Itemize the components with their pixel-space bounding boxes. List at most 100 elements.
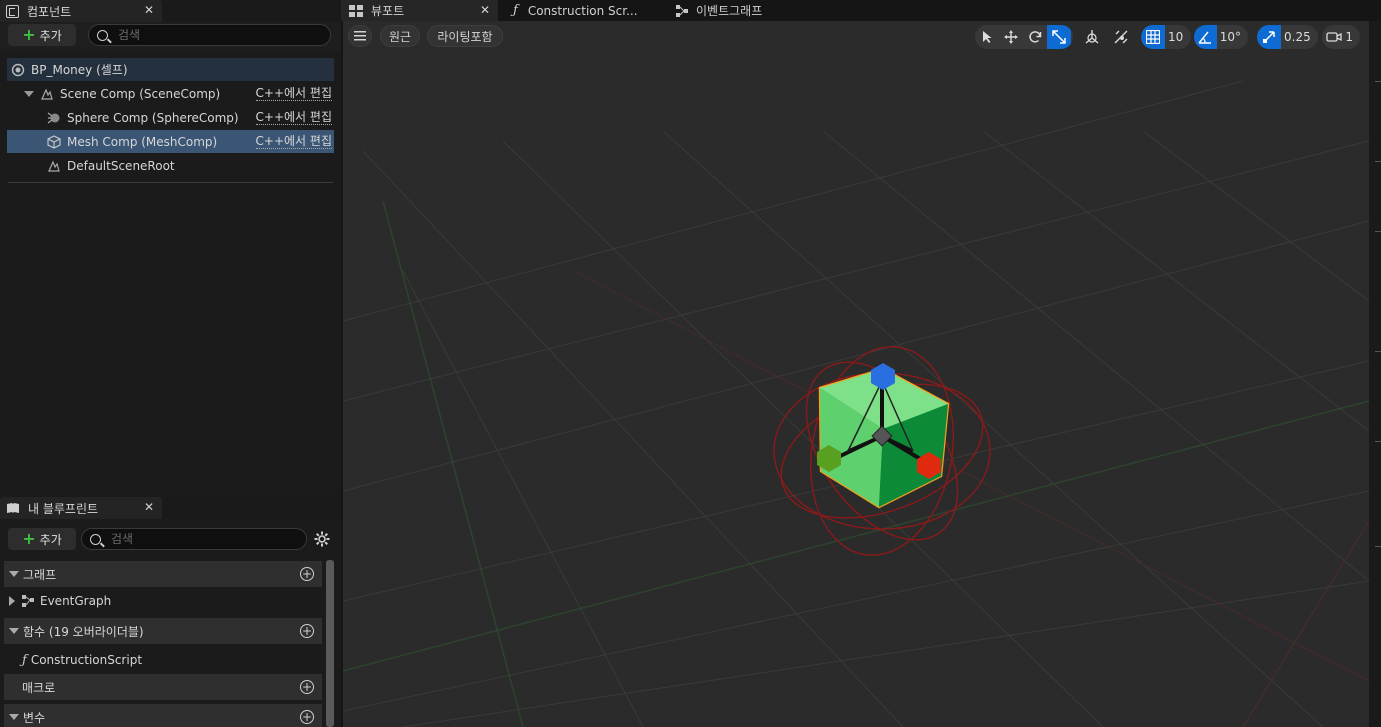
view-mode-button[interactable]: 라이팅포함: [427, 25, 503, 47]
panel-edge-marker: [1375, 161, 1381, 162]
tree-row-blueprint-self[interactable]: BP_Money (셀프): [7, 58, 334, 81]
components-tab[interactable]: 컴포넌트 ✕: [0, 0, 162, 22]
panel-edge-marker: [1375, 351, 1381, 352]
list-item-event-graph[interactable]: EventGraph: [4, 588, 322, 614]
tab-construction-script[interactable]: ƒ Construction Scr...: [505, 0, 665, 21]
select-tool-icon[interactable]: [975, 25, 999, 49]
edit-in-cpp-link[interactable]: C++에서 편집: [255, 110, 332, 125]
section-macros[interactable]: 매크로 +: [4, 674, 322, 700]
viewport-menu-button[interactable]: [348, 25, 372, 47]
rotation-snap-icon[interactable]: [1194, 25, 1217, 49]
close-icon[interactable]: ✕: [144, 3, 154, 17]
expand-arrow-icon[interactable]: [24, 90, 34, 97]
section-functions[interactable]: 함수 (19 오버라이더블) +: [4, 618, 322, 644]
document-tab-bar: 뷰포트 ✕ ƒ Construction Scr... 이벤트그래프: [341, 0, 1381, 21]
viewport-icon: [349, 4, 363, 17]
viewport-grid: [343, 80, 1369, 727]
panel-edge-marker: [1375, 81, 1381, 82]
tab-label: 뷰포트: [371, 4, 405, 18]
tree-row-mesh-comp[interactable]: Mesh Comp (MeshComp) C++에서 편집: [7, 130, 334, 153]
tree-row-scene-comp[interactable]: Scene Comp (SceneComp) C++에서 편집: [7, 82, 334, 105]
perspective-button[interactable]: 원근: [380, 25, 420, 47]
blueprint-search-input[interactable]: [111, 532, 271, 546]
scale-tool-icon[interactable]: [1047, 25, 1071, 49]
camera-icon[interactable]: [1322, 25, 1345, 49]
close-icon[interactable]: ✕: [144, 500, 154, 514]
add-graph-icon[interactable]: +: [300, 567, 314, 581]
section-graphs[interactable]: 그래프 +: [4, 561, 322, 587]
mesh-component-icon: [47, 134, 61, 149]
edit-in-cpp-link[interactable]: C++에서 편집: [255, 86, 332, 101]
rotation-snap-value[interactable]: 10°: [1217, 30, 1248, 44]
components-search[interactable]: [88, 24, 331, 46]
camera-speed-group[interactable]: 1: [1322, 25, 1360, 49]
add-button-label: 추가: [39, 28, 62, 43]
list-item-construction-script[interactable]: ƒ ConstructionScript: [4, 647, 322, 673]
blueprint-search[interactable]: [81, 528, 307, 550]
tree-divider: [8, 182, 333, 183]
my-blueprint-tab[interactable]: 내 블루프린트 ✕: [0, 497, 162, 519]
tree-row-sphere-comp[interactable]: Sphere Comp (SphereComp) C++에서 편집: [7, 106, 334, 129]
components-icon: [6, 4, 19, 18]
tree-row-label: BP_Money (셀프): [31, 63, 128, 77]
add-button-label: 추가: [39, 532, 62, 547]
scene-component-icon: [41, 87, 53, 100]
add-function-icon[interactable]: +: [300, 624, 314, 638]
scrollbar-thumb[interactable]: [326, 560, 334, 727]
scrollbar[interactable]: [326, 560, 334, 727]
tree-row-label: DefaultSceneRoot: [67, 158, 175, 173]
add-variable-icon[interactable]: +: [300, 710, 314, 724]
event-graph-icon: [22, 595, 34, 607]
scale-snap-group[interactable]: 0.25: [1257, 25, 1318, 49]
panel-edge-marker: [1375, 231, 1381, 232]
panel-edge-marker: [1375, 441, 1381, 442]
function-icon: ƒ: [22, 652, 27, 668]
camera-speed-value[interactable]: 1: [1345, 30, 1360, 44]
add-blueprint-item-button[interactable]: + 추가: [8, 528, 76, 550]
section-variables[interactable]: 변수 +: [4, 704, 322, 727]
components-search-input[interactable]: [118, 28, 298, 42]
add-macro-icon[interactable]: +: [300, 680, 314, 694]
transform-tools: [975, 25, 1073, 49]
edit-in-cpp-link[interactable]: C++에서 편집: [255, 134, 332, 149]
panel-edge-marker: [1375, 546, 1381, 547]
tab-viewport[interactable]: 뷰포트 ✕: [341, 0, 498, 21]
search-icon: [90, 533, 101, 545]
expand-arrow-icon[interactable]: [9, 596, 15, 606]
scale-snap-value[interactable]: 0.25: [1281, 30, 1318, 44]
tree-row-label: Sphere Comp (SphereComp): [67, 110, 239, 125]
components-panel: + 추가 BP_Money (셀프) Scene Comp (SceneComp…: [0, 22, 341, 492]
plus-icon: +: [22, 25, 36, 44]
actor-icon: [11, 63, 25, 76]
function-icon: ƒ: [513, 3, 518, 18]
view-mode-label: 라이팅포함: [437, 29, 493, 44]
collapse-arrow-icon[interactable]: [9, 714, 19, 720]
section-label: 그래프: [23, 567, 57, 582]
add-component-button[interactable]: + 추가: [8, 24, 76, 46]
world-local-toggle-icon[interactable]: [1080, 25, 1104, 49]
event-graph-icon: [676, 4, 688, 17]
components-toolbar: + 추가: [0, 22, 341, 51]
scale-snap-icon[interactable]: [1257, 25, 1281, 49]
gear-icon[interactable]: [314, 531, 330, 547]
search-icon: [97, 29, 108, 41]
translate-tool-icon[interactable]: [999, 25, 1023, 49]
rotate-tool-icon[interactable]: [1023, 25, 1047, 49]
collapse-arrow-icon[interactable]: [9, 571, 19, 577]
left-column: 컴포넌트 ✕ + 추가 BP_Money (셀프) Scen: [0, 0, 341, 727]
grid-snap-group[interactable]: 10: [1141, 25, 1191, 49]
surface-snap-icon[interactable]: [1109, 25, 1133, 49]
section-label: 매크로: [22, 680, 56, 695]
grid-snap-value[interactable]: 10: [1165, 30, 1190, 44]
rotation-snap-group[interactable]: 10°: [1194, 25, 1248, 49]
close-icon[interactable]: ✕: [480, 3, 490, 17]
my-blueprint-tab-label: 내 블루프린트: [28, 501, 99, 516]
tab-event-graph[interactable]: 이벤트그래프: [667, 0, 827, 21]
tree-row-default-scene-root[interactable]: DefaultSceneRoot: [7, 154, 334, 177]
my-blueprint-panel: + 추가 그래프 + EventGr: [0, 519, 341, 727]
section-label: 변수: [23, 710, 46, 725]
perspective-label: 원근: [388, 29, 412, 44]
grid-snap-icon[interactable]: [1141, 25, 1165, 49]
level-viewport[interactable]: 원근 라이팅포함 10 10° 0.25 1: [343, 21, 1369, 727]
collapse-arrow-icon[interactable]: [9, 628, 19, 634]
